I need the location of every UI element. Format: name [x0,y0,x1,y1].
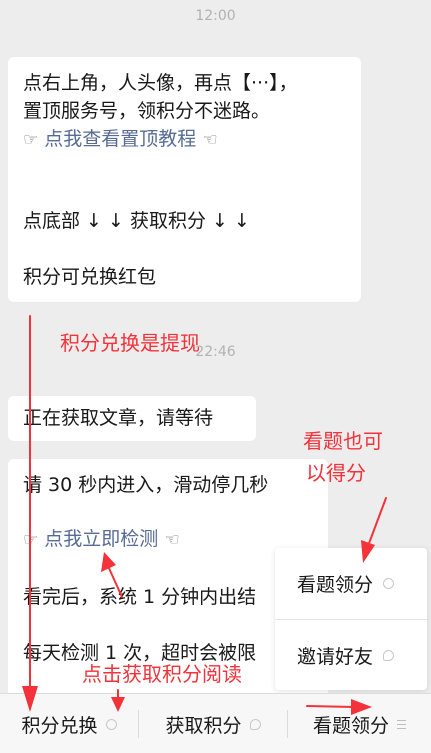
pointing-right-icon: ☞ [23,530,39,550]
message-text: 置顶服务号，领积分不迷路。 [23,100,271,122]
mini-program-icon [105,718,117,730]
speech-bubble-icon [383,649,395,661]
menu-lines-icon [397,719,406,729]
popup-item-invite-friends[interactable]: 邀请好友 [275,620,427,690]
tab-points-exchange[interactable]: 积分兑换 [0,694,138,753]
bottom-menu-bar: 积分兑换 获取积分 看题领分 [0,693,431,753]
pin-tutorial-link[interactable]: ☞ 点我查看置顶教程 ☜ [23,126,218,154]
annotation-view: 看题也可 [303,429,383,453]
message-bubble-pin-guide: 点右上角，人头像，再点【···】， 置顶服务号，领积分不迷路。 ☞ 点我查看置顶… [8,57,361,302]
annotation-exchange: 积分兑换是提现 [60,331,200,355]
check-now-link[interactable]: ☞ 点我立即检测 ☜ [23,526,180,554]
message-text: 请 30 秒内进入，滑动停几秒 [23,474,269,496]
link-text: 点我查看置顶教程 [44,128,197,150]
tab-view-questions[interactable]: 看题领分 [288,694,431,753]
popup-item-view-questions[interactable]: 看题领分 [275,548,427,618]
message-text: 积分可兑换红包 [23,266,157,288]
annotation-click: 点击获取积分阅读 [82,662,242,686]
annotation-view: 以得分 [306,461,366,485]
popup-menu: 看题领分 邀请好友 [275,548,427,690]
pointing-left-icon: ☜ [164,530,180,550]
tab-label: 积分兑换 [21,714,98,737]
timestamp-top: 12:00 [195,8,236,24]
tab-get-points[interactable]: 获取积分 [139,694,287,753]
message-text: 点右上角，人头像，再点【···】， [23,72,298,94]
popup-item-label: 看题领分 [297,573,374,596]
pointing-right-icon: ☞ [23,130,39,150]
message-text: 正在获取文章，请等待 [23,407,214,429]
link-text: 点我立即检测 [44,528,159,550]
pointing-left-icon: ☜ [202,130,218,150]
message-text: 看完后，系统 1 分钟内出结 [23,586,257,608]
speech-bubble-icon [249,718,261,730]
message-bubble-loading: 正在获取文章，请等待 [8,396,256,441]
tab-label: 获取积分 [165,714,242,737]
tab-label: 看题领分 [312,714,389,737]
arrow-to-popup [367,497,387,547]
popup-item-label: 邀请好友 [297,645,374,668]
mini-program-icon [383,577,395,589]
message-text: 点底部 ↓ ↓ 获取积分 ↓ ↓ [23,210,250,232]
